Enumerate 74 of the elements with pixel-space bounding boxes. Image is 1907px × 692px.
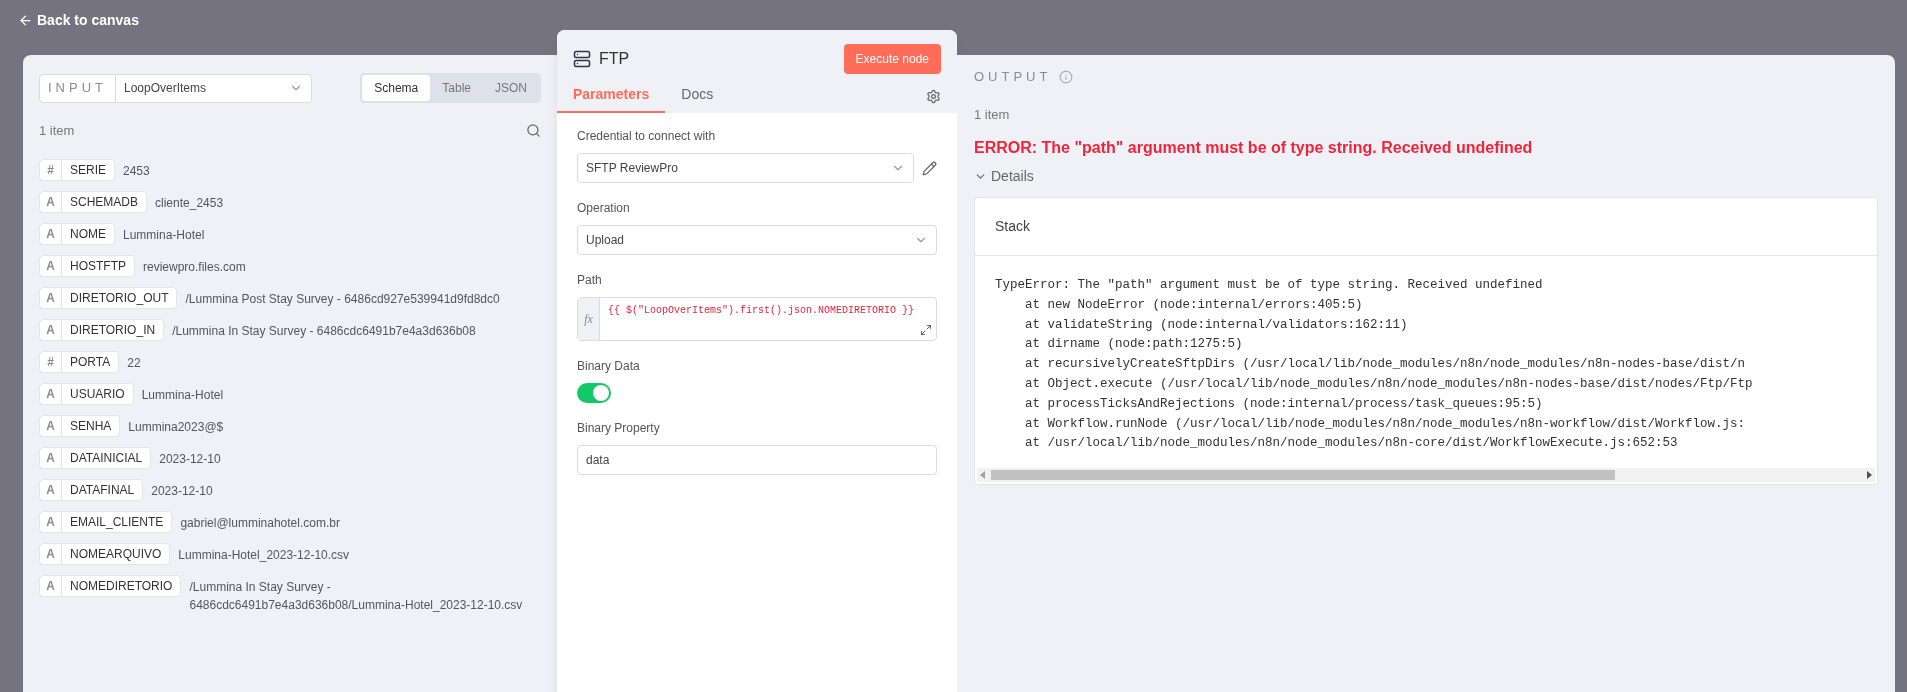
parameter-label: Path [577, 272, 603, 289]
field-key: NOME [62, 223, 114, 244]
field-key: HOSTFTP [62, 255, 134, 276]
type-glyph: A [40, 255, 62, 276]
pencil-icon[interactable] [922, 160, 937, 176]
field-value: 2453 [123, 162, 150, 180]
expand-icon[interactable] [920, 324, 932, 336]
stack-trace: TypeError: The "path" argument must be of type string. Received undefined at new NodeError (node:internal/errors:405:5) at validateString (node:internal/validators:162:11) at dirname (node:path:1275:5) at recursivelyCreateSftpDirs (/usr/local/lib/node_modules/n8n/node_modules/n8n-nodes-base/dist/n at Object.execute (/usr/local/lib/node_modules/n8n/node_modules/n8n-nodes-base/dist/nodes/Ftp/Ftp at processTicksAndRejections (node:internal/process/task_queues:95:5) at Workflow.runNode (/usr/local/lib/node_modules/n8n/node_modules/n8n-workflow/dist/Workflow.js: at /usr/local/lib/node_modules/n8n/node_modules/n8n-core/dist/WorkflowExecute.js:652:53 [994, 277, 1754, 453]
text-field[interactable]: data [577, 445, 937, 475]
error-message: ERROR: The "path" argument must be of type string. Received undefined [974, 138, 1534, 158]
expression-marker: fx [578, 298, 600, 340]
field-key: DATAFINAL [62, 479, 143, 500]
field-value: /Lummina In Stay Survey - 6486cdc6491b7e4a3d636b08/Lummina-Hotel_2023-12-10.csv [189, 578, 524, 614]
field-value: gabriel@lumminahotel.com.br [180, 514, 340, 532]
expression-field[interactable]: fx {{ $("LoopOverItems").first().json.NOMEDIRETORIO }} [577, 297, 937, 341]
field-key: DIRETORIO_OUT [62, 287, 177, 308]
type-glyph: A [40, 447, 62, 468]
field-value: Lummina-Hotel_2023-12-10.csv [178, 546, 350, 564]
field-key: SERIE [62, 159, 114, 180]
search-icon[interactable] [526, 123, 541, 139]
type-glyph: A [40, 543, 62, 564]
field-key: NOMEDIRETORIO [62, 575, 181, 596]
type-glyph: A [40, 383, 62, 404]
field-key: PORTA [62, 351, 119, 372]
execute-node-button[interactable]: Execute node [843, 44, 941, 74]
field-value: cliente_2453 [155, 194, 224, 212]
output-label: OUTPUT [974, 68, 1052, 86]
field-value: 2023-12-10 [151, 482, 213, 500]
settings-icon[interactable] [926, 89, 941, 104]
field-key: DATAINICIAL [62, 447, 151, 468]
parameter-label: Operation [577, 200, 631, 217]
parameter-label: Binary Property [577, 420, 661, 437]
view-tab[interactable]: Table [430, 75, 483, 101]
field-key: SCHEMADB [62, 191, 146, 212]
parameter-label: Binary Data [577, 358, 641, 375]
node-title: FTP [599, 49, 630, 69]
field-value: Lummina-Hotel [141, 386, 224, 404]
type-glyph: # [40, 159, 62, 180]
field-value: 22 [127, 354, 141, 372]
field-value: /Lummina Post Stay Survey - 6486cd927e539941d9fd8dc0 [185, 290, 500, 308]
type-glyph: A [40, 223, 62, 244]
field-key: EMAIL_CLIENTE [62, 511, 172, 532]
field-value: Lummina2023@$ [128, 418, 224, 436]
type-glyph: A [40, 511, 62, 532]
panel-tab[interactable]: Docs [665, 80, 730, 113]
field-key: USUARIO [62, 383, 133, 404]
type-glyph: A [40, 479, 62, 500]
type-glyph: A [40, 415, 62, 436]
field-value: 2023-12-10 [159, 450, 221, 468]
type-glyph: A [40, 319, 62, 340]
type-glyph: A [40, 191, 62, 212]
type-glyph: A [40, 287, 62, 308]
type-glyph: # [40, 351, 62, 372]
field-value: /Lummina In Stay Survey - 6486cdc6491b7e4a3d636b08 [172, 322, 476, 340]
view-tab[interactable]: JSON [483, 75, 539, 101]
item-count: 1 item [974, 105, 1011, 124]
field-key: NOMEARQUIVO [62, 543, 170, 564]
type-glyph: A [40, 575, 62, 596]
stack-title: Stack [975, 198, 1877, 256]
toggle-switch[interactable] [577, 383, 611, 403]
select-field[interactable]: Upload [577, 225, 937, 255]
select-field[interactable]: SFTP ReviewPro [577, 153, 914, 183]
details-toggle[interactable]: Details [974, 166, 1034, 187]
scroll-right-icon[interactable] [1867, 471, 1872, 480]
view-tab[interactable]: Schema [362, 75, 431, 101]
field-value: Lummina-Hotel [123, 226, 205, 244]
field-value: reviewpro.files.com [143, 258, 246, 276]
server-icon [573, 50, 591, 68]
parameter-label: Credential to connect with [577, 128, 717, 145]
item-count: 1 item [39, 122, 75, 140]
back-to-canvas-link[interactable]: Back to canvas [18, 10, 139, 31]
field-key: SENHA [62, 415, 120, 436]
field-key: DIRETORIO_IN [62, 319, 164, 340]
horizontal-scrollbar[interactable] [977, 468, 1875, 483]
